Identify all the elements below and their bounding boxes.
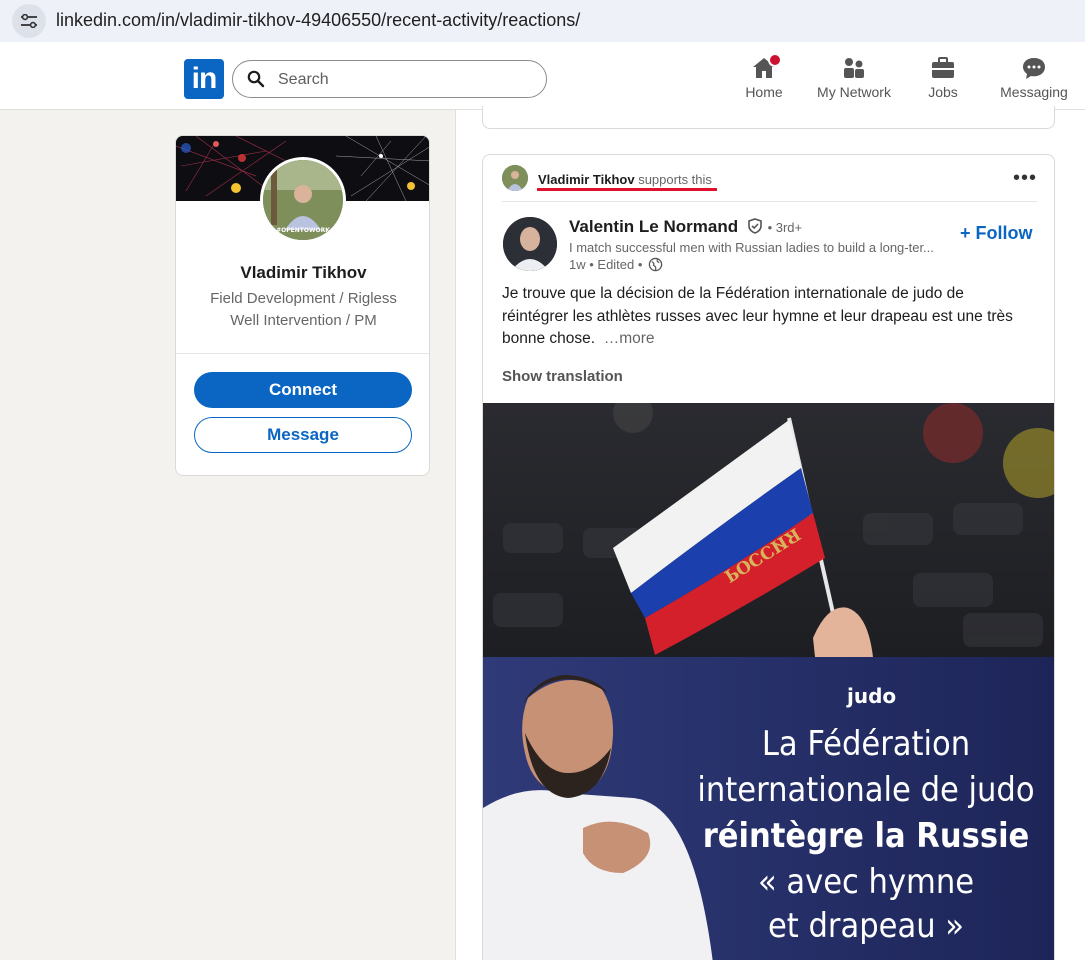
red-underline-annotation [537, 188, 717, 191]
briefcase-icon [930, 56, 956, 80]
linkedin-logo[interactable]: in [184, 59, 224, 99]
search-icon [247, 70, 265, 88]
nav-my-network-label: My Network [817, 84, 891, 100]
activity-verb: supports this [638, 172, 712, 187]
profile-name[interactable]: Vladimir Tikhov [176, 263, 429, 283]
image-headline-line2: internationale de judo [697, 770, 1034, 810]
connect-button[interactable]: Connect [194, 372, 412, 408]
nav-messaging-label: Messaging [1000, 84, 1068, 100]
post-timestamp: 1w • Edited • [569, 257, 643, 272]
nav-jobs[interactable]: Jobs [918, 56, 968, 108]
show-translation-link[interactable]: Show translation [502, 368, 623, 385]
image-headline-line3: réintègre la Russie [703, 816, 1030, 856]
notification-dot [768, 53, 782, 67]
actor-avatar[interactable] [502, 165, 528, 191]
author-avatar[interactable] [503, 217, 557, 271]
activity-actor-name[interactable]: Vladimir Tikhov [538, 172, 635, 187]
profile-avatar[interactable]: #OPENTOWORK [260, 157, 346, 243]
see-more-link[interactable]: …more [604, 330, 655, 347]
messaging-icon [1021, 56, 1047, 80]
linkedin-header: in Search Home My Network Jobs Messaging [0, 42, 1085, 110]
image-headline-line4: « avec hymne [758, 862, 974, 902]
author-name[interactable]: Valentin Le Normand [569, 217, 738, 236]
address-bar-url[interactable]: linkedin.com/in/vladimir-tikhov-49406550… [56, 10, 580, 31]
more-options-icon[interactable]: ••• [1013, 167, 1037, 190]
divider [176, 353, 429, 354]
divider [502, 201, 1037, 202]
profile-card: #OPENTOWORK Vladimir Tikhov Field Develo… [175, 135, 430, 476]
search-input[interactable]: Search [278, 71, 329, 89]
tune-icon[interactable] [12, 4, 46, 38]
nav-home-label: Home [745, 84, 783, 100]
author-headline: I match successful men with Russian ladi… [569, 240, 934, 255]
post-text: Je trouve que la décision de la Fédérati… [502, 285, 1013, 347]
profile-headline: Field Development / Rigless Well Interve… [210, 290, 397, 329]
post-body: Je trouve que la décision de la Fédérati… [502, 283, 1032, 351]
connection-degree: • 3rd+ [767, 220, 803, 235]
nav-my-network[interactable]: My Network [813, 56, 895, 108]
nav-jobs-label: Jobs [928, 84, 958, 100]
post-timestamp-line: 1w • Edited • [569, 257, 663, 275]
search-box[interactable]: Search [232, 60, 547, 98]
activity-header: Vladimir Tikhov supports this [538, 172, 712, 187]
feed-post: Vladimir Tikhov supports this ••• Valent… [482, 154, 1055, 960]
verified-icon [747, 218, 763, 239]
globe-icon [648, 257, 663, 275]
message-button[interactable]: Message [194, 417, 412, 453]
browser-url-bar: linkedin.com/in/vladimir-tikhov-49406550… [0, 0, 1085, 42]
author-name-line: Valentin Le Normand • 3rd+ [569, 217, 802, 239]
network-icon [841, 56, 867, 80]
previous-post-card [482, 106, 1055, 129]
follow-button[interactable]: + Follow [960, 223, 1033, 244]
open-to-work-badge: #OPENTOWORK [276, 227, 330, 234]
nav-home[interactable]: Home [735, 53, 793, 108]
image-headline-line5: et drapeau » [768, 906, 964, 946]
image-kicker: judo [846, 684, 896, 708]
nav-messaging[interactable]: Messaging [998, 56, 1070, 108]
post-image[interactable]: РОССИЯ judo La Fédération internationale… [483, 403, 1054, 960]
home-icon [751, 53, 782, 80]
image-headline-line1: La Fédération [762, 724, 970, 764]
